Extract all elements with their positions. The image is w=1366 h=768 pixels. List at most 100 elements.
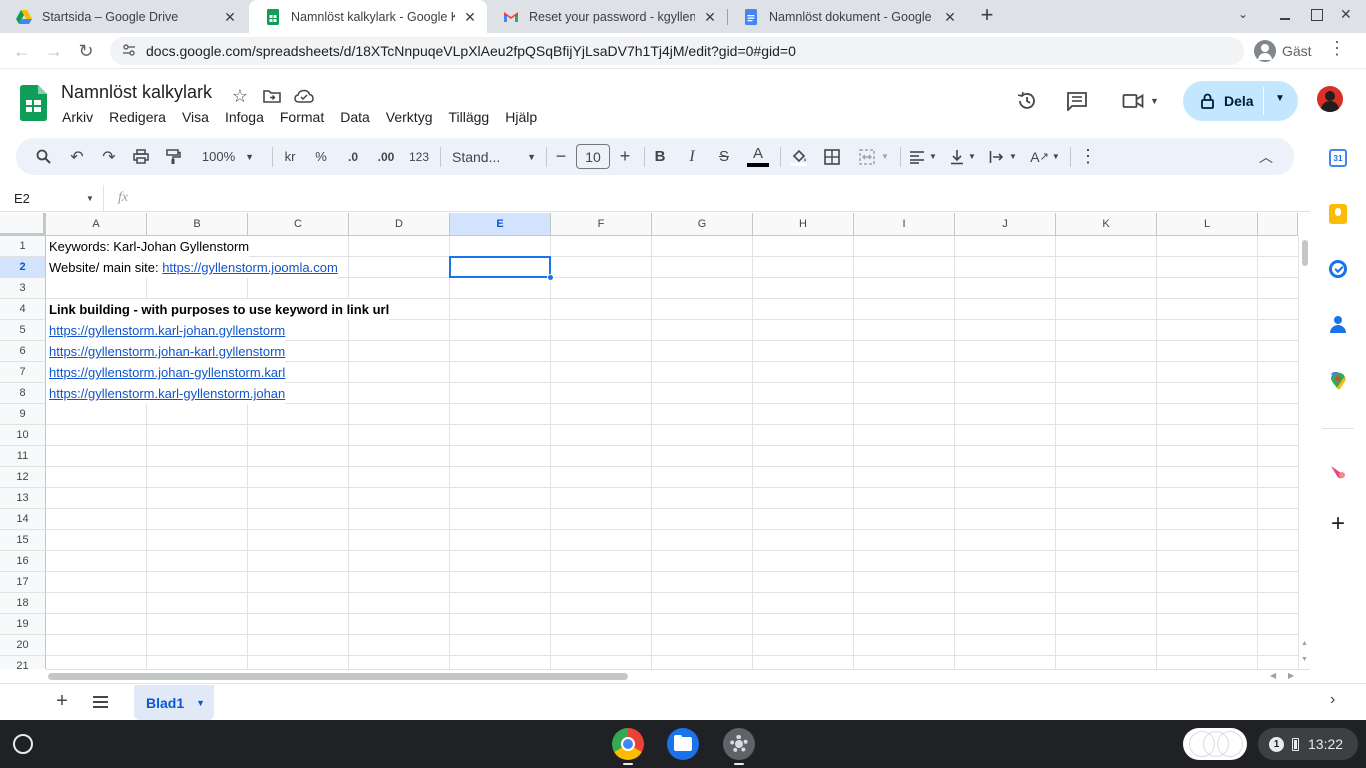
cell-a6[interactable]: https://gyllenstorm.johan-karl.gyllensto… [46,341,286,362]
borders-icon[interactable] [822,144,842,169]
account-avatar[interactable] [1317,86,1343,112]
sheet-tab-dropdown-icon[interactable]: ▼ [196,698,205,708]
forward-icon[interactable]: → [40,37,68,65]
column-header-d[interactable]: D [349,213,450,236]
cell-a8-link[interactable]: https://gyllenstorm.karl-gyllenstorm.joh… [49,386,285,401]
close-tab-icon[interactable]: ✕ [941,8,959,26]
phone-hub-pill[interactable] [1183,728,1247,760]
tab-google-drive[interactable]: Startsida – Google Drive ✕ [0,0,247,33]
column-header-g[interactable]: G [652,213,753,236]
fill-handle[interactable] [547,274,554,281]
files-app-icon[interactable] [667,728,699,760]
minimize-icon[interactable] [1278,8,1292,22]
redo-icon[interactable]: ↷ [98,144,120,169]
close-tab-icon[interactable]: ✕ [701,8,719,26]
addon-icon[interactable] [1329,463,1347,479]
menu-hjalp[interactable]: Hjälp [497,107,545,127]
row-header-12[interactable]: 12 [0,467,46,488]
column-header-m[interactable] [1258,213,1298,236]
cell-a2-link[interactable]: https://gyllenstorm.joomla.com [162,260,338,275]
contacts-icon[interactable] [1330,316,1346,334]
menu-verktyg[interactable]: Verktyg [378,107,441,127]
row-header-10[interactable]: 10 [0,425,46,446]
column-header-e[interactable]: E [450,213,551,236]
document-title[interactable]: Namnlöst kalkylark [61,82,212,103]
cell-a5-link[interactable]: https://gyllenstorm.karl-johan.gyllensto… [49,323,285,338]
zoom-select[interactable]: 100% ▼ [196,144,260,169]
bold-icon[interactable]: B [650,144,670,169]
tab-search-chevron-icon[interactable]: ⌄ [1238,7,1248,21]
get-addons-plus-icon[interactable]: + [1327,512,1349,536]
scroll-right-icon[interactable]: ▶ [1288,671,1294,680]
profile-chip[interactable]: Gäst [1254,37,1312,65]
version-history-icon[interactable] [1015,89,1039,113]
text-color-icon[interactable]: A [746,144,770,169]
increase-font-size-icon[interactable]: + [616,144,634,169]
row-header-20[interactable]: 20 [0,635,46,656]
new-tab-plus-icon[interactable]: + [976,4,998,27]
cell-a7-link[interactable]: https://gyllenstorm.johan-gyllenstorm.ka… [49,365,285,380]
comments-icon[interactable] [1065,89,1089,113]
selected-cell-e2[interactable] [449,256,551,278]
spreadsheet-grid[interactable]: A B C D E F G H I J K L 1 2 3 4 5 6 7 8 … [0,213,1298,669]
share-dropdown-icon[interactable]: ▼ [1275,93,1285,104]
row-header-3[interactable]: 3 [0,278,46,299]
vertical-scroll-thumb[interactable] [1302,240,1308,266]
column-header-j[interactable]: J [955,213,1056,236]
menu-redigera[interactable]: Redigera [101,107,174,127]
close-tab-icon[interactable]: ✕ [461,8,479,26]
keep-icon[interactable] [1329,204,1347,224]
text-wrapping-icon[interactable]: ▼ [986,144,1020,169]
strikethrough-icon[interactable]: S [714,144,734,169]
menu-tillagg[interactable]: Tillägg [441,107,498,127]
increase-decimal-button[interactable]: .00 [372,144,400,169]
row-header-16[interactable]: 16 [0,551,46,572]
tab-gmail[interactable]: Reset your password - kgyllensto ✕ [487,0,727,33]
tab-google-sheets[interactable]: Namnlöst kalkylark - Google Kal ✕ [249,0,487,33]
paint-format-icon[interactable] [162,144,184,169]
cell-a7[interactable]: https://gyllenstorm.johan-gyllenstorm.ka… [46,362,286,383]
address-bar[interactable]: docs.google.com/spreadsheets/d/18XTcNnpu… [110,37,1244,65]
vertical-align-icon[interactable]: ▼ [946,144,980,169]
column-header-b[interactable]: B [147,213,248,236]
status-area[interactable]: 1 13:22 [1258,728,1358,760]
sheet-tab-blad1[interactable]: Blad1 ▼ [134,685,214,720]
horizontal-align-icon[interactable]: ▼ [906,144,940,169]
site-info-icon[interactable] [122,43,136,60]
cell-a5[interactable]: https://gyllenstorm.karl-johan.gyllensto… [46,320,286,341]
meet-dropdown-icon[interactable]: ▼ [1150,96,1159,106]
vertical-scrollbar[interactable]: ▲ ▼ [1298,236,1310,669]
column-header-a[interactable]: A [46,213,147,236]
search-menus-icon[interactable] [32,144,54,169]
menu-data[interactable]: Data [332,107,378,127]
text-rotation-icon[interactable]: A ↗ ▼ [1028,144,1062,169]
cell-a8[interactable]: https://gyllenstorm.karl-gyllenstorm.joh… [46,383,286,404]
row-header-7[interactable]: 7 [0,362,46,383]
merge-cells-icon[interactable]: ▼ [856,144,892,169]
row-header-17[interactable]: 17 [0,572,46,593]
move-folder-icon[interactable] [260,84,284,108]
share-button[interactable]: Dela ▼ [1183,81,1298,121]
select-all-corner[interactable] [0,213,46,236]
add-sheet-icon[interactable]: + [52,690,72,714]
fill-color-icon[interactable] [788,144,810,169]
row-header-14[interactable]: 14 [0,509,46,530]
undo-icon[interactable]: ↶ [66,144,88,169]
collapse-toolbar-icon[interactable]: ︿ [1256,144,1276,169]
cell-a2[interactable]: Website/ main site: https://gyllenstorm.… [46,257,338,278]
menu-visa[interactable]: Visa [174,107,217,127]
close-tab-icon[interactable]: ✕ [221,8,239,26]
more-formats-button[interactable]: 123 [406,144,432,169]
restore-icon[interactable] [1311,9,1323,21]
launcher-icon[interactable] [13,734,33,754]
tab-google-docs[interactable]: Namnlöst dokument - Google Do ✕ [727,0,967,33]
column-header-f[interactable]: F [551,213,652,236]
print-icon[interactable] [130,144,152,169]
star-icon[interactable]: ☆ [228,84,252,108]
formula-input[interactable] [140,185,1300,211]
sheets-logo-icon[interactable] [20,85,47,121]
more-options-icon[interactable]: ⋮ [1079,144,1097,169]
cell-a4[interactable]: Link building - with purposes to use key… [46,299,390,320]
column-header-h[interactable]: H [753,213,854,236]
row-header-4[interactable]: 4 [0,299,46,320]
